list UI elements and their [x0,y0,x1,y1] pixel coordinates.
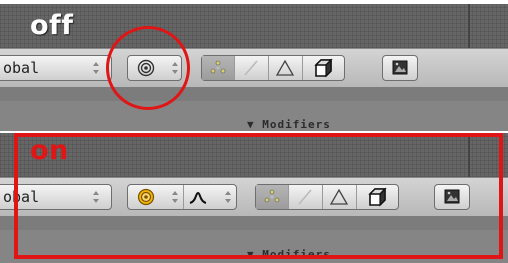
select-mode-group [201,55,345,81]
highlight-circle [106,26,190,110]
divider [468,4,470,48]
edge-select-button[interactable] [234,56,269,80]
edge-select-icon [244,60,258,76]
modifiers-panel-header[interactable]: ▼ Modifiers [0,101,508,131]
transform-orientation-dropdown[interactable]: obal [0,55,112,81]
off-title: off [30,10,74,41]
header-background [0,4,508,48]
dropdown-arrows-icon [91,62,101,74]
vertex-select-icon [210,60,226,74]
panel-off: off obal ▼ Modifiers [0,4,508,131]
toolbar-off: obal [0,48,508,88]
occlude-geometry-icon [314,58,333,78]
highlight-frame [14,133,503,259]
occlude-geometry-button[interactable] [302,56,344,80]
modifiers-label: ▼ Modifiers [247,118,331,131]
separator [0,87,508,101]
transform-orientation-value: obal [3,59,40,77]
vertex-select-button[interactable] [202,56,235,80]
render-image-icon [392,60,408,75]
face-select-icon [275,59,295,76]
render-button[interactable] [382,55,418,81]
face-select-button[interactable] [268,56,303,80]
